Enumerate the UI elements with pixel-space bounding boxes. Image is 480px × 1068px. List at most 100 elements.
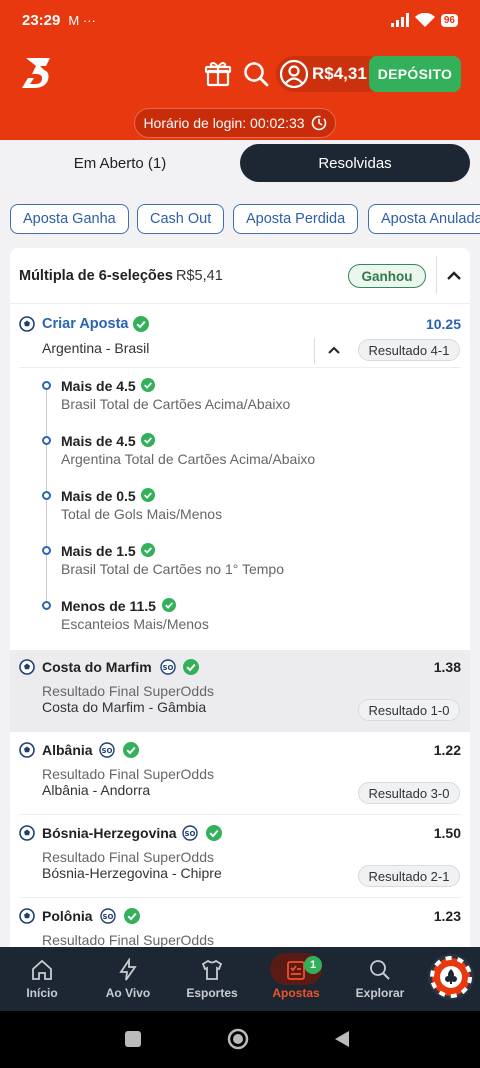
soccer-ball-icon bbox=[19, 316, 35, 332]
check-icon bbox=[124, 908, 140, 924]
svg-text:SO: SO bbox=[163, 664, 174, 672]
battery-level: 96 bbox=[440, 13, 458, 27]
selection-odds: 1.50 bbox=[433, 825, 461, 841]
bet-builder-odds: 10.25 bbox=[425, 316, 461, 332]
leg-title: Mais de 1.5 bbox=[61, 543, 136, 559]
search-icon[interactable] bbox=[242, 60, 270, 88]
selection-market: Resultado Final SuperOdds bbox=[42, 932, 214, 948]
signal-icon bbox=[390, 13, 409, 27]
nav-explore-label: Explorar bbox=[355, 986, 405, 1000]
filter-chips: Aposta Ganha Cash Out Aposta Perdida Apo… bbox=[0, 204, 480, 236]
superodds-icon: SO bbox=[160, 659, 176, 675]
nav-explore[interactable]: Explorar bbox=[338, 947, 422, 1011]
bet-card-header[interactable]: Múltipla de 6-seleções R$5,41 Ganhou bbox=[10, 248, 470, 304]
result-pill: Resultado 2-1 bbox=[358, 865, 460, 887]
soccer-ball-icon bbox=[19, 659, 35, 675]
divider bbox=[19, 897, 461, 898]
bet-type-title: Múltipla de 6-seleções bbox=[19, 268, 173, 284]
login-time-text: Horário de login: 00:02:33 bbox=[143, 115, 305, 131]
check-icon bbox=[133, 316, 149, 332]
bet-builder-match: Argentina - Brasil bbox=[42, 340, 150, 356]
status-time: 23:29 bbox=[22, 11, 61, 29]
bet-status-tabs: Em Aberto (1) Resolvidas bbox=[0, 140, 480, 192]
filter-lost-bets[interactable]: Aposta Perdida bbox=[233, 204, 359, 234]
home-button-icon[interactable] bbox=[227, 1028, 249, 1050]
brand-logo[interactable] bbox=[20, 56, 58, 90]
leg-market: Total de Gols Mais/Menos bbox=[61, 506, 223, 522]
selection-odds: 1.22 bbox=[433, 742, 461, 758]
bet-builder-title[interactable]: Criar Aposta bbox=[42, 316, 128, 332]
leg-dot bbox=[42, 546, 51, 555]
filter-cash-out[interactable]: Cash Out bbox=[137, 204, 225, 234]
bet-card: Múltipla de 6-seleções R$5,41 Ganhou Cri… bbox=[10, 248, 470, 948]
leg-dot bbox=[42, 436, 51, 445]
home-icon bbox=[32, 959, 52, 980]
selection-match: Albânia - Andorra bbox=[42, 782, 151, 798]
selection-match: Costa do Marfim - Gâmbia bbox=[42, 699, 207, 715]
status-badge: Ganhou bbox=[348, 264, 426, 288]
soccer-ball-icon bbox=[19, 825, 35, 841]
chevron-up-icon[interactable] bbox=[444, 266, 464, 286]
filter-won-bets[interactable]: Aposta Ganha bbox=[10, 204, 129, 234]
wifi-icon bbox=[414, 13, 435, 27]
check-icon bbox=[141, 543, 155, 557]
leg-title: Mais de 4.5 bbox=[61, 378, 136, 394]
status-bar: 23:29 M ··· 96 bbox=[0, 0, 480, 40]
balance-amount[interactable]: R$4,31 bbox=[312, 64, 367, 84]
filter-void-bets[interactable]: Aposta Anulada bbox=[368, 204, 480, 234]
notification-icons: M ··· bbox=[68, 12, 96, 28]
svg-text:SO: SO bbox=[103, 913, 114, 921]
system-navigation-bar bbox=[0, 1011, 480, 1068]
nav-home-label: Início bbox=[26, 986, 58, 1000]
bets-count-badge: 1 bbox=[304, 956, 322, 974]
superodds-icon: SO bbox=[99, 742, 115, 758]
selection-match: Bósnia-Herzegovina - Chipre bbox=[42, 865, 222, 881]
soccer-ball-icon bbox=[19, 742, 35, 758]
result-pill: Resultado 4-1 bbox=[358, 339, 460, 361]
leg-title: Mais de 4.5 bbox=[61, 433, 136, 449]
selection-team: Bósnia-Herzegovina bbox=[42, 825, 177, 841]
selection-team: Albânia bbox=[42, 742, 93, 758]
leg-market: Brasil Total de Cartões Acima/Abaixo bbox=[61, 396, 291, 412]
divider bbox=[314, 338, 315, 364]
svg-text:SO: SO bbox=[185, 830, 196, 838]
nav-home[interactable]: Início bbox=[0, 947, 84, 1011]
nav-live-label: Ao Vivo bbox=[105, 986, 151, 1000]
chevron-up-icon[interactable] bbox=[326, 342, 342, 358]
leg-dot bbox=[42, 601, 51, 610]
check-icon bbox=[141, 488, 155, 502]
casino-button[interactable] bbox=[428, 954, 474, 1000]
tab-resolved-bets[interactable]: Resolvidas bbox=[240, 144, 470, 182]
lightning-icon bbox=[119, 958, 137, 981]
leg-dot bbox=[42, 381, 51, 390]
leg-market: Argentina Total de Cartões Acima/Abaixo bbox=[61, 451, 316, 467]
user-icon[interactable] bbox=[279, 59, 309, 89]
nav-live[interactable]: Ao Vivo bbox=[86, 947, 170, 1011]
leg-market: Escanteios Mais/Menos bbox=[61, 616, 209, 632]
selection-market: Resultado Final SuperOdds bbox=[42, 766, 214, 782]
superodds-icon: SO bbox=[182, 825, 198, 841]
nav-bets-label: Apostas bbox=[272, 986, 320, 1000]
bet-stake-amount: R$5,41 bbox=[176, 268, 223, 284]
selection-team: Polônia bbox=[42, 908, 93, 924]
gift-icon[interactable] bbox=[204, 60, 232, 88]
tab-open-bets[interactable]: Em Aberto (1) bbox=[10, 144, 230, 182]
check-icon bbox=[183, 659, 199, 675]
selection-team: Costa do Marfim bbox=[42, 659, 152, 675]
superodds-icon: SO bbox=[100, 908, 116, 924]
bottom-navigation: Início Ao Vivo Esportes Apostas Explorar bbox=[0, 947, 480, 1011]
recent-apps-icon[interactable] bbox=[124, 1030, 142, 1048]
check-icon bbox=[123, 742, 139, 758]
selection-odds: 1.38 bbox=[433, 659, 461, 675]
selection-market: Resultado Final SuperOdds bbox=[42, 849, 214, 865]
leg-dot bbox=[42, 491, 51, 500]
nav-bets[interactable]: Apostas bbox=[254, 947, 338, 1011]
deposit-button[interactable]: DEPÓSITO bbox=[369, 56, 461, 92]
nav-sports-label: Esportes bbox=[186, 986, 238, 1000]
selection-odds: 1.23 bbox=[433, 908, 461, 924]
shirt-icon bbox=[201, 959, 223, 980]
login-timer: Horário de login: 00:02:33 bbox=[134, 108, 336, 138]
back-icon[interactable] bbox=[332, 1029, 352, 1049]
soccer-ball-icon bbox=[19, 908, 35, 924]
nav-sports[interactable]: Esportes bbox=[170, 947, 254, 1011]
